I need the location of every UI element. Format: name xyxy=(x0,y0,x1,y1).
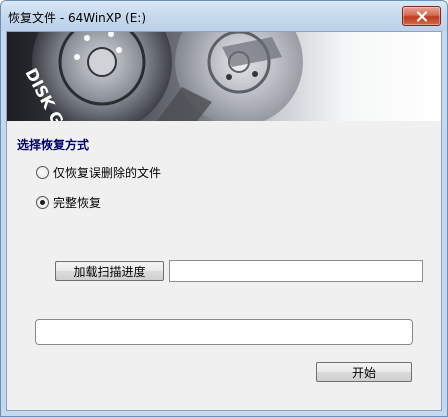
start-button[interactable]: 开始 xyxy=(316,362,412,382)
radio-label-full: 完整恢复 xyxy=(53,196,102,210)
radio-label-deleted: 仅恢复误删除的文件 xyxy=(53,166,162,180)
radio-button-deleted[interactable] xyxy=(36,166,49,179)
window-title: 恢复文件 - 64WinXP (E:) xyxy=(8,11,147,25)
scan-progress-path-field[interactable] xyxy=(169,260,423,282)
hard-disk-artwork: DISK GENIUS xyxy=(21,32,303,121)
radio-button-full[interactable] xyxy=(36,196,49,209)
recovery-progress-bar xyxy=(35,319,413,345)
radio-full-recovery[interactable]: 完整恢复 xyxy=(36,194,101,211)
close-button[interactable] xyxy=(402,6,441,26)
title-bar[interactable]: 恢复文件 - 64WinXP (E:) xyxy=(1,1,447,31)
radio-recover-deleted[interactable]: 仅恢复误删除的文件 xyxy=(36,164,161,181)
recover-files-dialog: 恢复文件 - 64WinXP (E:) DISK 选择恢复方式 仅恢复误删除的文… xyxy=(0,0,448,417)
load-scan-progress-button[interactable]: 加载扫描进度 xyxy=(55,261,164,281)
close-icon xyxy=(416,10,427,22)
dialog-body: DISK GENIUS 选择恢复方式 仅恢复误删除的文件 完整恢复 加载扫描进度… xyxy=(6,31,442,411)
recovery-mode-title: 选择恢复方式 xyxy=(17,138,90,152)
disk-genius-banner: DISK GENIUS xyxy=(7,32,441,121)
